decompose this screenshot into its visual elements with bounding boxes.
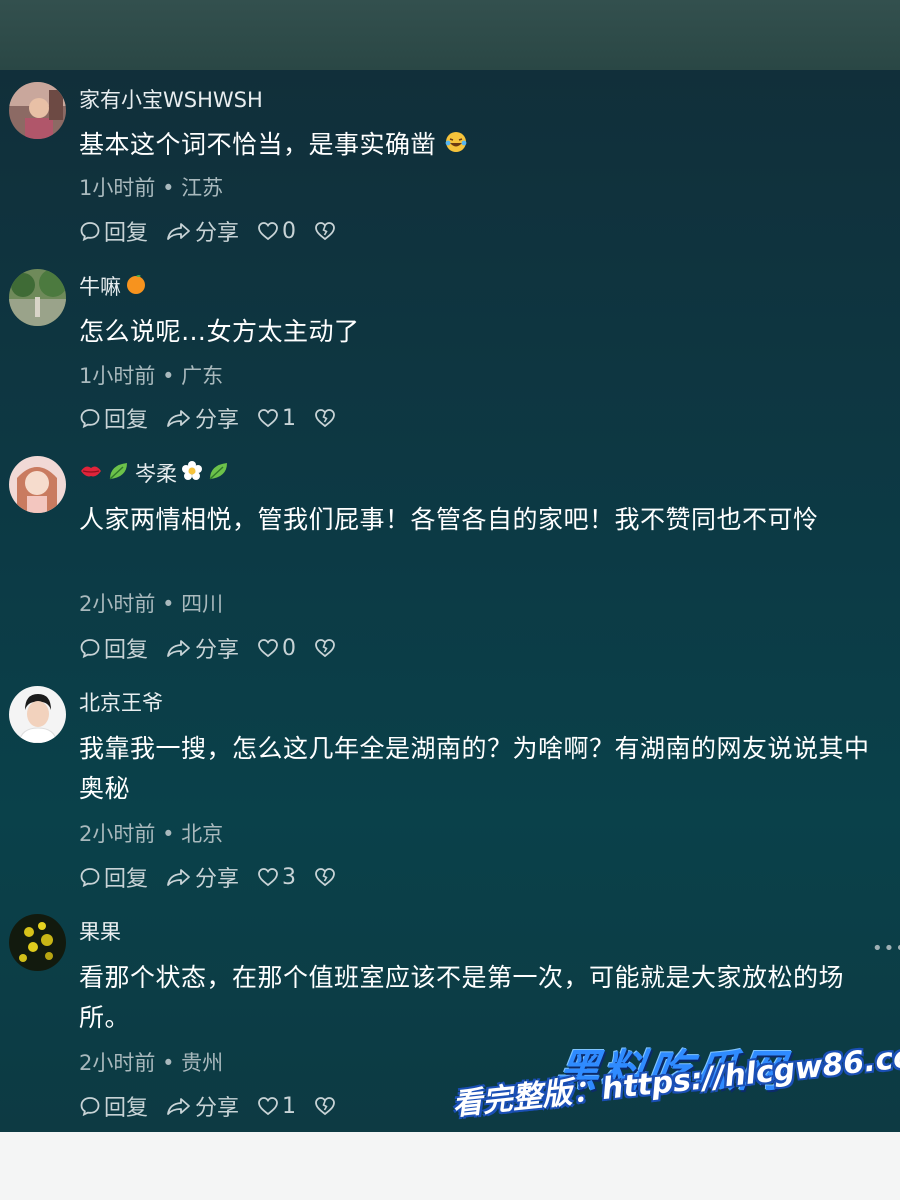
- like-button[interactable]: 3: [257, 865, 296, 890]
- dislike-button[interactable]: [314, 866, 336, 888]
- reply-button[interactable]: 回复: [79, 632, 148, 664]
- username[interactable]: 岑柔: [79, 458, 231, 488]
- comment-meta: 1小时前 • 江苏: [79, 176, 224, 200]
- broken-heart-icon: [315, 868, 335, 887]
- heart-icon: [258, 868, 278, 887]
- comment-text: 看那个状态，在那个值班室应该不是第一次，可能就是大家放松的场所。: [79, 963, 845, 1032]
- heart-icon: [258, 222, 278, 241]
- comment-actions: 回复 分享 3: [79, 861, 354, 893]
- broken-heart-icon: [315, 222, 335, 241]
- comment-meta: 2小时前 • 北京: [79, 822, 224, 846]
- like-button[interactable]: 0: [257, 636, 296, 661]
- comment-text: 基本这个词不恰当，是事实确凿: [79, 125, 879, 166]
- heart-icon: [258, 409, 278, 428]
- orange-icon: [125, 273, 147, 300]
- dislike-button[interactable]: [314, 637, 336, 659]
- comment-text: 我靠我一搜，怎么这几年全是湖南的？为啥啊？有湖南的网友说说其中奥秘: [79, 734, 870, 803]
- broken-heart-icon: [315, 639, 335, 658]
- like-button[interactable]: 1: [257, 406, 296, 431]
- share-arrow-icon: [167, 1098, 190, 1115]
- top-bar: [0, 0, 900, 70]
- reply-bubble-icon: [80, 639, 100, 659]
- comment-meta: 2小时前 • 四川: [79, 592, 224, 616]
- like-button[interactable]: 0: [257, 219, 296, 244]
- comment-text: 人家两情相悦，管我们屁事！各管各自的家吧！我不赞同也不可怜: [79, 505, 819, 534]
- broken-heart-icon: [315, 1097, 335, 1116]
- comment-meta: 2小时前 • 贵州: [79, 1051, 224, 1075]
- flower-icon: [181, 460, 203, 487]
- share-arrow-icon: [167, 869, 190, 886]
- leaf-icon: [107, 460, 131, 487]
- avatar[interactable]: [9, 82, 66, 139]
- like-button[interactable]: 1: [257, 1094, 296, 1119]
- dislike-button[interactable]: [314, 220, 336, 242]
- avatar[interactable]: [9, 456, 66, 513]
- like-count: 1: [282, 1093, 297, 1119]
- share-arrow-icon: [167, 640, 190, 657]
- comment-meta: 1小时前 • 广东: [79, 364, 224, 388]
- comment-actions: 回复 分享 0: [79, 215, 354, 247]
- heart-icon: [258, 639, 278, 658]
- comment-actions: 回复 分享 1: [79, 1090, 354, 1122]
- share-arrow-icon: [167, 223, 190, 240]
- comment-actions: 回复 分享 0: [79, 632, 354, 664]
- reply-button[interactable]: 回复: [79, 1090, 148, 1122]
- reply-bubble-icon: [80, 409, 100, 429]
- share-button[interactable]: 分享: [166, 1090, 239, 1122]
- like-count: 3: [282, 864, 297, 890]
- avatar[interactable]: [9, 686, 66, 743]
- reply-bubble-icon: [80, 868, 100, 888]
- avatar[interactable]: [9, 914, 66, 971]
- more-options-button[interactable]: •••: [872, 938, 900, 959]
- reply-bubble-icon: [80, 1097, 100, 1117]
- comment-actions: 回复 分享 1: [79, 402, 354, 434]
- username[interactable]: 果果: [79, 916, 121, 946]
- like-count: 0: [282, 635, 297, 661]
- reply-button[interactable]: 回复: [79, 402, 148, 434]
- like-count: 0: [282, 218, 297, 244]
- dislike-button[interactable]: [314, 407, 336, 429]
- reply-button[interactable]: 回复: [79, 215, 148, 247]
- like-count: 1: [282, 405, 297, 431]
- username[interactable]: 家有小宝WSHWSH: [79, 84, 263, 114]
- reply-bubble-icon: [80, 222, 100, 242]
- avatar[interactable]: [9, 269, 66, 326]
- laughing-crying-face-icon: [444, 126, 468, 166]
- broken-heart-icon: [315, 409, 335, 428]
- lips-icon: [79, 461, 103, 486]
- heart-icon: [258, 1097, 278, 1116]
- share-button[interactable]: 分享: [166, 861, 239, 893]
- share-button[interactable]: 分享: [166, 402, 239, 434]
- username[interactable]: 牛嘛: [79, 271, 147, 301]
- share-button[interactable]: 分享: [166, 215, 239, 247]
- reply-button[interactable]: 回复: [79, 861, 148, 893]
- leaf-icon: [207, 460, 231, 487]
- share-button[interactable]: 分享: [166, 632, 239, 664]
- username[interactable]: 北京王爷: [79, 687, 163, 717]
- bottom-bar: [0, 1132, 900, 1200]
- share-arrow-icon: [167, 410, 190, 427]
- dislike-button[interactable]: [314, 1095, 336, 1117]
- comment-text: 怎么说呢…女方太主动了: [79, 317, 360, 346]
